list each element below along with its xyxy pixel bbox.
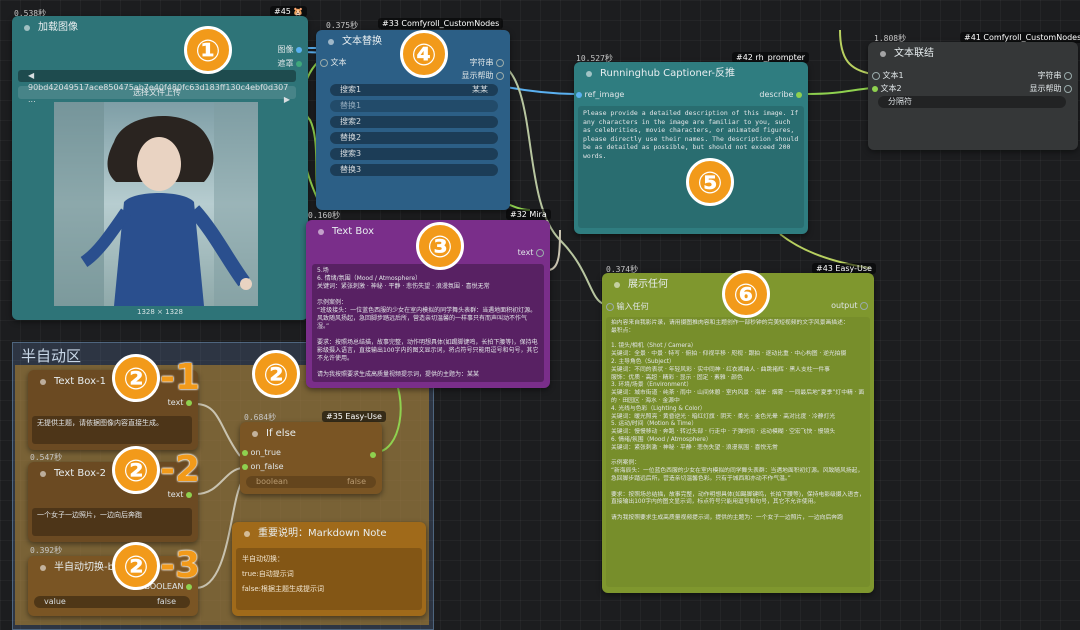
port-out-concat-help[interactable]: 显示帮助 <box>1029 83 1072 94</box>
field-replace1[interactable]: 替换1 <box>330 100 498 112</box>
badge-2-3: ② -3 <box>112 542 200 590</box>
note-title: 重要说明：Markdown Note <box>232 522 426 546</box>
if-else-output-dot[interactable] <box>370 450 376 460</box>
port-in-ref-image[interactable]: ref_image <box>576 90 624 99</box>
badge-2-3-circle: ② <box>112 542 160 590</box>
if-else-id: #35 Easy-Use <box>322 411 386 422</box>
separator-field[interactable]: 分隔符 <box>878 96 1066 108</box>
note-line-2: true:自动提示词 <box>242 570 294 578</box>
markdown-note-node[interactable]: 重要说明：Markdown Note 半自动切换： true:自动提示词 fal… <box>232 522 426 616</box>
port-out-tb1[interactable]: text <box>168 398 192 407</box>
note-line-3: false:根据主题生成提示词 <box>242 585 325 593</box>
port-in-true[interactable]: on_true <box>242 448 281 457</box>
badge-2-2-suffix: -2 <box>160 449 200 490</box>
field-replace3[interactable]: 替换3 <box>330 164 498 176</box>
captioner-title: Runninghub Captioner-反推 <box>574 62 808 86</box>
badge-2: ② <box>252 350 300 398</box>
badge-2-1: ② -1 <box>112 354 200 402</box>
mira-textarea[interactable]: 5.场 6. 情绪/氛围（Mood / Atmosphere） 关键词：紧张刺激… <box>312 264 544 382</box>
concat-title: 文本联结 <box>868 42 1078 66</box>
tb1-textarea[interactable]: 无提供主题，请依据图像内容直接生成。 <box>32 416 192 444</box>
load-image-node[interactable]: 加载图像 图像 遮罩 ◀ 90bd42049517ace850475ab7e40… <box>12 16 308 320</box>
upload-button[interactable]: 选择文件上传 <box>18 86 296 99</box>
port-out-image[interactable]: 图像 <box>277 44 302 55</box>
badge-2-1-suffix: -1 <box>160 357 200 398</box>
badge-2-3-suffix: -3 <box>160 545 200 586</box>
tb2-textarea[interactable]: 一个女子一边照片，一边向后奔跑 <box>32 508 192 536</box>
port-in-false[interactable]: on_false <box>242 462 284 471</box>
badge-1: ① <box>184 26 232 74</box>
if-else-title: If else <box>240 422 382 446</box>
badge-2-1-circle: ② <box>112 354 160 402</box>
port-out-text-mira[interactable]: text <box>518 248 544 257</box>
combo-left-arrow-icon[interactable]: ◀ <box>28 71 34 80</box>
preview-image <box>54 102 258 306</box>
image-size-label: 1328 × 1328 <box>137 308 183 316</box>
show-any-textarea[interactable]: 拍内容来自我影片录，请用摄图推肉容和主题创作一部秒钟的完美短视频的文字风景画描述… <box>606 317 870 587</box>
port-out-string[interactable]: 字符串 <box>469 57 504 68</box>
badge-2-2-circle: ② <box>112 446 160 494</box>
port-out-tb2[interactable]: text <box>168 490 192 499</box>
field-search1[interactable]: 搜索1 某某 <box>330 84 498 96</box>
text-replace-id: #33 Comfyroll_CustomNodes <box>378 18 504 29</box>
note-body: 半自动切换： true:自动提示词 false:根据主题生成提示词 <box>236 548 422 610</box>
load-image-title: 加载图像 <box>12 16 308 40</box>
port-in-text2[interactable]: 文本2 <box>872 83 902 94</box>
badge-5: ⑤ <box>686 158 734 206</box>
port-out-output[interactable]: output <box>831 301 868 310</box>
badge-3: ③ <box>416 222 464 270</box>
port-in-text1[interactable]: 文本1 <box>872 70 904 81</box>
group-title: 半自动区 <box>21 347 82 365</box>
image-filename-combo[interactable]: ◀ 90bd42049517ace850475ab7e40f480fc63d18… <box>18 70 296 104</box>
port-in-any[interactable]: 输入任何 <box>606 301 649 312</box>
note-line-1: 半自动切换： <box>242 555 284 563</box>
if-else-node[interactable]: If else on_true on_false boolean false <box>240 422 382 494</box>
port-in-text[interactable]: 文本 <box>320 57 347 68</box>
badge-4: ④ <box>400 30 448 78</box>
port-out-help[interactable]: 显示帮助 <box>461 70 504 81</box>
port-out-describe[interactable]: describe <box>759 90 802 99</box>
captioner-node[interactable]: Runninghub Captioner-反推 ref_image descri… <box>574 62 808 234</box>
field-replace2[interactable]: 替换2 <box>330 132 498 144</box>
switch-value-widget[interactable]: value false <box>34 596 190 608</box>
field-search2[interactable]: 搜索2 <box>330 116 498 128</box>
boolean-widget[interactable]: boolean false <box>246 476 376 488</box>
field-search3[interactable]: 搜索3 <box>330 148 498 160</box>
switch-timing: 0.392秒 <box>30 546 63 555</box>
port-out-concat-string[interactable]: 字符串 <box>1037 70 1072 81</box>
mira-id: #32 Mira <box>506 209 551 220</box>
port-out-mask[interactable]: 遮罩 <box>277 58 302 69</box>
show-any-node[interactable]: 展示任何 输入任何 output 拍内容来自我影片录，请用摄图推肉容和主题创作一… <box>602 273 874 593</box>
badge-2-2: ② -2 <box>112 446 200 494</box>
badge-6: ⑥ <box>722 270 770 318</box>
concat-node[interactable]: 文本联结 文本1 文本2 字符串 显示帮助 分隔符 <box>868 42 1078 150</box>
